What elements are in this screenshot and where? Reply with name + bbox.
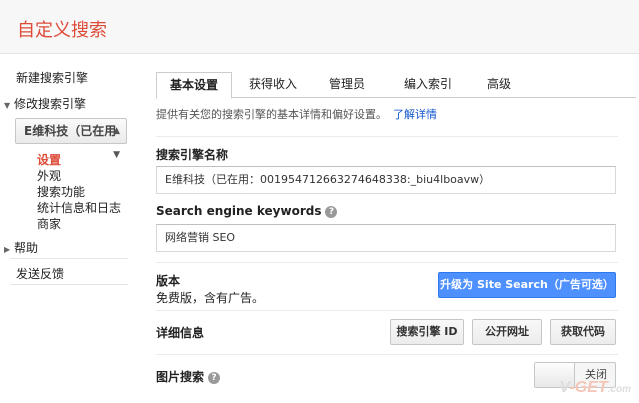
divider <box>156 262 618 263</box>
engine-select-value: E维科技（已在用 <box>24 124 117 138</box>
watermark-part: .com <box>607 384 631 395</box>
caret-down-icon: ▼ <box>4 101 11 110</box>
watermark: V-GET.com <box>559 379 631 397</box>
tab-admins[interactable]: 管理员 <box>314 72 380 98</box>
tab-basic-settings[interactable]: 基本设置 <box>156 72 232 99</box>
engine-name-input[interactable]: E维科技（已在用：001954712663274648338:_biu4lboa… <box>156 166 616 194</box>
tab-earn-revenue[interactable]: 获得收入 <box>236 72 310 98</box>
sidebar-item-label: 帮助 <box>14 241 39 255</box>
sidebar-item-new-engine[interactable]: 新建搜索引擎 <box>16 69 88 86</box>
divider <box>10 284 128 285</box>
sidebar-item-edit-engine[interactable]: ▼ 修改搜索引擎 <box>4 95 87 112</box>
description-text: 提供有关您的搜索引擎的基本详情和偏好设置。 <box>156 108 387 121</box>
tab-indexing[interactable]: 编入索引 <box>388 72 468 98</box>
sidebar-subitem-stats-logs[interactable]: 统计信息和日志 <box>37 199 121 216</box>
watermark-part: V <box>559 379 570 396</box>
tab-advanced[interactable]: 高级 <box>474 72 524 98</box>
divider <box>156 310 618 311</box>
image-search-label: 图片搜索? <box>156 368 221 385</box>
sidebar-item-feedback[interactable]: 发送反馈 <box>16 265 64 282</box>
upgrade-site-search-button[interactable]: 升级为 Site Search（广告可选） <box>438 272 616 298</box>
tab-bar: 基本设置 获得收入 管理员 编入索引 高级 <box>156 72 636 99</box>
keywords-label: Search engine keywords? <box>156 204 338 218</box>
details-label: 详细信息 <box>156 326 205 340</box>
edition-label: 版本 <box>156 274 181 288</box>
engine-name-label: 搜索引擎名称 <box>156 148 229 162</box>
header: 自定义搜索 <box>0 0 639 54</box>
sidebar-item-label: 修改搜索引擎 <box>14 97 87 111</box>
public-url-button[interactable]: 公开网址 <box>472 319 542 345</box>
page-title: 自定义搜索 <box>17 20 107 41</box>
sidebar: 新建搜索引擎 ▼ 修改搜索引擎 E维科技（已在用 ▲ ▼ 设置 外观 搜索功能 统计… <box>0 54 140 403</box>
divider <box>10 258 128 259</box>
sidebar-item-help[interactable]: ▶ 帮助 <box>4 239 39 256</box>
keywords-label-text: Search engine keywords <box>156 204 322 218</box>
edition-note: 免费版，含有广告。 <box>156 291 265 305</box>
sidebar-subitem-search-features[interactable]: 搜索功能 <box>37 183 85 200</box>
divider <box>156 136 618 137</box>
keywords-input[interactable]: 网络营销 SEO <box>156 224 616 252</box>
watermark-part: -GET <box>569 379 608 396</box>
page-description: 提供有关您的搜索引擎的基本详情和偏好设置。 了解详情 <box>156 106 437 122</box>
sidebar-subitem-settings[interactable]: 设置 <box>37 151 61 168</box>
learn-more-link[interactable]: 了解详情 <box>393 108 437 121</box>
engine-id-button[interactable]: 搜索引擎 ID <box>390 319 464 345</box>
updown-icon: ▲ ▼ <box>113 126 120 160</box>
main-content: 基本设置 获得收入 管理员 编入索引 高级 提供有关您的搜索引擎的基本详情和偏好… <box>140 54 639 403</box>
engine-select[interactable]: E维科技（已在用 ▲ ▼ <box>15 118 127 160</box>
sidebar-subitem-appearance[interactable]: 外观 <box>37 167 61 184</box>
get-code-button[interactable]: 获取代码 <box>550 319 616 345</box>
caret-right-icon: ▶ <box>4 245 11 254</box>
divider <box>156 354 618 355</box>
image-search-label-text: 图片搜索 <box>156 370 205 384</box>
help-icon[interactable]: ? <box>208 371 221 384</box>
help-icon[interactable]: ? <box>325 205 338 218</box>
sidebar-subitem-business[interactable]: 商家 <box>37 215 61 232</box>
